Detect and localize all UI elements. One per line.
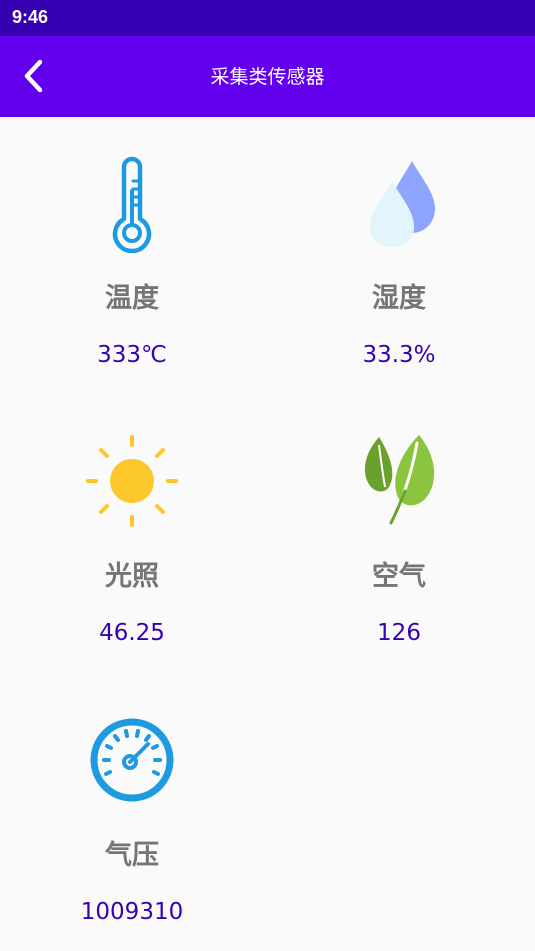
app-bar: 采集类传感器 [0, 36, 535, 117]
water-drop-icon [370, 161, 435, 247]
sensor-value: 1009310 [80, 899, 184, 925]
sensor-tile-air[interactable]: 空气 126 [279, 395, 519, 655]
sensor-value: 333℃ [97, 342, 167, 368]
sensor-tile-temperature[interactable]: 温度 333℃ [12, 117, 252, 377]
page-title: 采集类传感器 [210, 66, 325, 88]
sensor-grid: 温度 333℃ 湿度 33.3% 光照 46.25 空气 126 气压 1009… [0, 117, 535, 951]
sensor-value: 126 [377, 620, 421, 646]
sun-icon [86, 435, 178, 527]
sensor-value: 46.25 [99, 620, 165, 646]
gauge-icon [90, 718, 174, 802]
thermometer-icon [112, 156, 152, 253]
sensor-label: 光照 [105, 561, 159, 592]
sensor-value: 33.3% [362, 342, 436, 368]
leaf-icon [364, 435, 435, 525]
sensor-tile-pressure[interactable]: 气压 1009310 [12, 674, 252, 934]
sensor-tile-light[interactable]: 光照 46.25 [12, 395, 252, 655]
sensor-label: 湿度 [372, 283, 426, 314]
status-time: 9:46 [12, 7, 49, 27]
sensor-label: 温度 [105, 283, 159, 314]
sensor-label: 空气 [372, 561, 426, 592]
status-bar: 9:46 [0, 0, 535, 36]
sensor-label: 气压 [105, 840, 159, 871]
sensor-tile-humidity[interactable]: 湿度 33.3% [279, 117, 519, 377]
